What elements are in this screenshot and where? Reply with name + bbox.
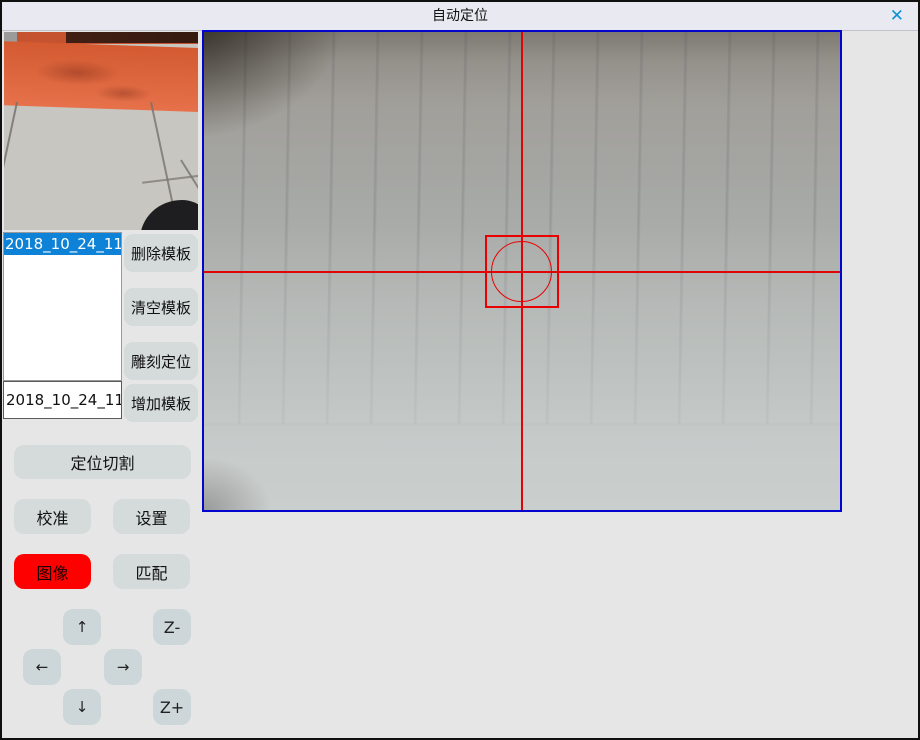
jog-z-minus-button[interactable]: Z- — [153, 609, 191, 645]
titlebar: 自动定位 ✕ — [2, 2, 918, 31]
auto-position-dialog: 自动定位 ✕ 2018_10_24_11 删除模板 清空模板 雕刻定位 增加模板… — [0, 0, 920, 740]
thumbnail-dark-object — [140, 200, 198, 230]
template-name-field[interactable] — [3, 381, 122, 419]
clear-templates-button[interactable]: 清空模板 — [124, 288, 198, 326]
jog-left-button[interactable]: ← — [23, 649, 61, 685]
add-template-button[interactable]: 增加模板 — [124, 384, 198, 422]
thumbnail-orange-band — [4, 41, 198, 112]
match-region-circle — [491, 241, 552, 302]
template-thumbnail-image — [4, 32, 198, 230]
camera-view[interactable] — [202, 30, 842, 512]
thumbnail-tile-line — [4, 102, 18, 230]
delete-template-button[interactable]: 删除模板 — [124, 234, 198, 272]
template-list[interactable]: 2018_10_24_11 — [3, 232, 122, 381]
template-list-item[interactable]: 2018_10_24_11 — [4, 233, 121, 255]
thumbnail-tile-line — [142, 174, 198, 184]
position-cut-button[interactable]: 定位切割 — [14, 445, 191, 479]
dialog-title: 自动定位 — [2, 2, 918, 30]
image-button-active[interactable]: 图像 — [14, 554, 91, 589]
thumbnail-dark-strip — [66, 32, 198, 43]
engrave-position-button[interactable]: 雕刻定位 — [124, 342, 198, 380]
calibrate-button[interactable]: 校准 — [14, 499, 91, 534]
jog-right-button[interactable]: → — [104, 649, 142, 685]
settings-button[interactable]: 设置 — [113, 499, 190, 534]
match-button[interactable]: 匹配 — [113, 554, 190, 589]
close-icon[interactable]: ✕ — [890, 2, 904, 30]
jog-up-button[interactable]: ↑ — [63, 609, 101, 645]
jog-z-plus-button[interactable]: Z+ — [153, 689, 191, 725]
jog-down-button[interactable]: ↓ — [63, 689, 101, 725]
